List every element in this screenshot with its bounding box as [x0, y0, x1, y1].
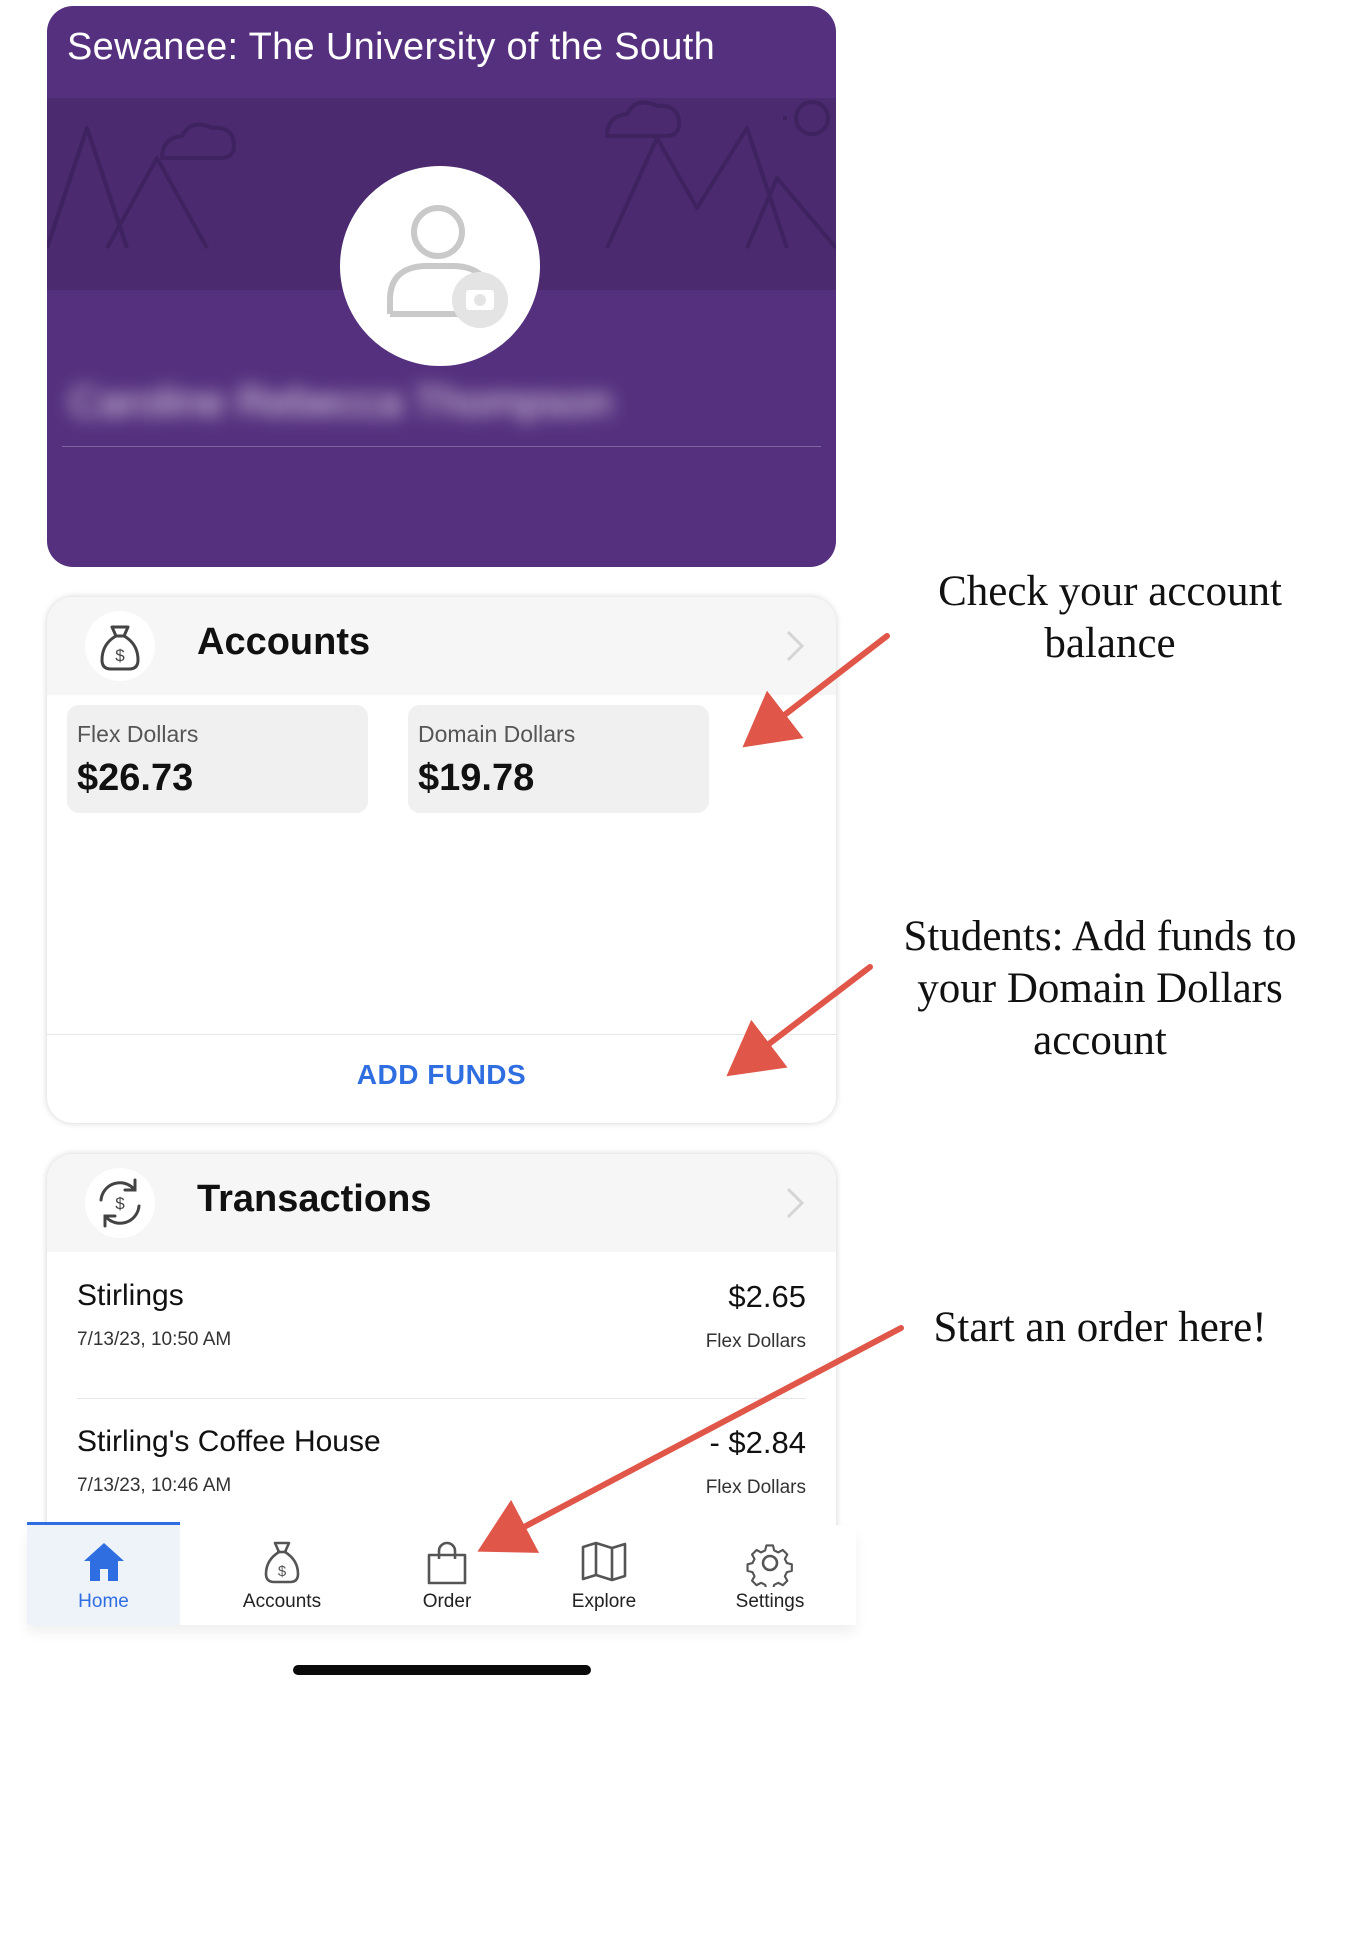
transaction-amount: - $2.84: [709, 1425, 806, 1460]
accounts-title: Accounts: [197, 621, 371, 663]
refresh-money-icon-circle: $: [85, 1168, 155, 1238]
money-bag-icon: $: [100, 625, 140, 671]
tab-label: Order: [422, 1591, 472, 1612]
annotation-add-funds: Students: Add funds to your Domain Dolla…: [903, 913, 1297, 1064]
transaction-row[interactable]: Stirling's Coffee House 7/13/23, 10:46 A…: [47, 1425, 836, 1534]
chevron-right-icon: [786, 630, 805, 662]
add-funds-button[interactable]: ADD FUNDS: [47, 1059, 836, 1091]
svg-text:$: $: [115, 646, 125, 665]
domain-dollars-tile[interactable]: Domain Dollars $19.78: [408, 705, 709, 813]
chevron-right-icon: [786, 1187, 805, 1219]
tab-settings[interactable]: Settings: [695, 1525, 845, 1625]
svg-text:$: $: [278, 1563, 287, 1580]
transaction-datetime: 7/13/23, 10:50 AM: [77, 1329, 232, 1350]
transaction-funding: Flex Dollars: [705, 1477, 806, 1498]
transaction-funding: Flex Dollars: [705, 1331, 806, 1352]
tab-label: Accounts: [242, 1591, 322, 1612]
flex-dollars-tile[interactable]: Flex Dollars $26.73: [67, 705, 368, 813]
gear-icon: [746, 1544, 793, 1587]
balance-value: $19.78: [418, 757, 535, 799]
money-bag-icon: $: [264, 1541, 300, 1584]
annotation-start-order: Start an order here!: [933, 1304, 1267, 1351]
transactions-title: Transactions: [197, 1178, 432, 1220]
tab-explore[interactable]: Explore: [529, 1525, 679, 1625]
accounts-header[interactable]: $ Accounts: [47, 597, 836, 695]
transactions-header[interactable]: $ Transactions: [47, 1154, 836, 1252]
transaction-datetime: 7/13/23, 10:46 AM: [77, 1475, 232, 1496]
balance-value: $26.73: [77, 757, 194, 799]
refresh-money-icon: $: [99, 1178, 141, 1228]
map-icon: [581, 1541, 627, 1582]
home-indicator: [293, 1665, 591, 1675]
bottom-tab-bar: Home $ Accounts Order Explore Settings: [27, 1522, 856, 1625]
user-name-blurred: Caroline Rebecca Thompson: [69, 378, 613, 425]
tab-label: Explore: [571, 1591, 637, 1612]
transaction-amount: $2.65: [728, 1279, 806, 1314]
svg-text:$: $: [115, 1194, 125, 1213]
tab-home[interactable]: Home: [27, 1522, 180, 1625]
transaction-merchant: Stirlings: [77, 1279, 184, 1312]
tab-order[interactable]: Order: [372, 1525, 522, 1625]
shopping-bag-icon: [427, 1541, 467, 1585]
money-bag-icon-circle: $: [85, 611, 155, 681]
header-divider: [62, 446, 821, 447]
home-icon: [83, 1543, 124, 1581]
balance-label: Domain Dollars: [418, 721, 576, 747]
balance-label: Flex Dollars: [77, 721, 199, 747]
tab-label: Home: [78, 1591, 129, 1612]
user-camera-icon: [387, 205, 508, 328]
transaction-divider: [77, 1398, 806, 1399]
profile-header-card: Sewanee: The University of the South Car…: [47, 6, 836, 567]
transactions-card: $ Transactions Stirlings 7/13/23, 10:50 …: [47, 1154, 836, 1534]
tab-label: Settings: [735, 1591, 805, 1612]
annotation-account-balance: Check your account balance: [938, 568, 1282, 667]
transaction-merchant: Stirling's Coffee House: [77, 1425, 381, 1458]
avatar[interactable]: [340, 166, 540, 366]
school-name: Sewanee: The University of the South: [67, 26, 716, 68]
tab-accounts[interactable]: $ Accounts: [207, 1525, 357, 1625]
accounts-card: $ Accounts Flex Dollars $26.73 Domain Do…: [47, 597, 836, 1123]
accounts-divider: [47, 1034, 836, 1035]
